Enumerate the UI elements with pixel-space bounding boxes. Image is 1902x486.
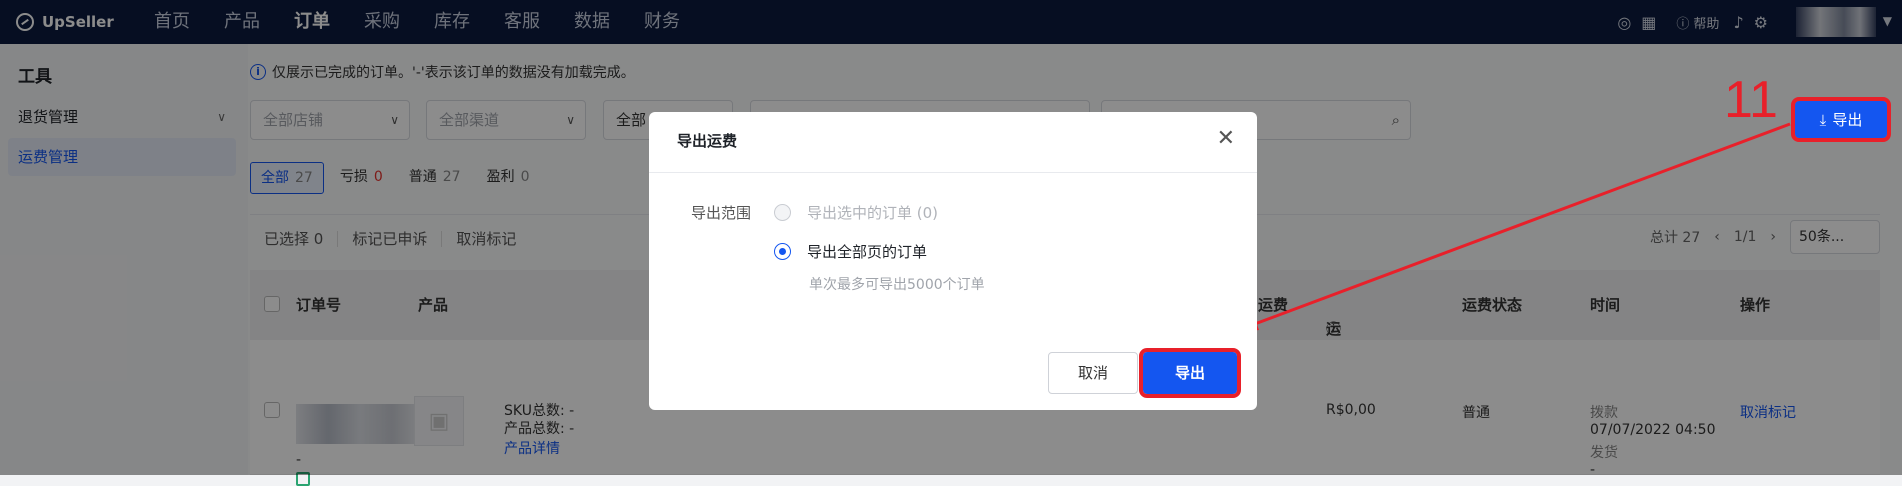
dialog-divider xyxy=(649,172,1257,173)
option-export-all: 导出全部页的订单 xyxy=(807,243,928,261)
close-icon[interactable]: ✕ xyxy=(1217,126,1235,151)
export-limit-hint: 单次最多可导出5000个订单 xyxy=(809,277,985,293)
export-range-label: 导出范围 xyxy=(691,204,752,222)
cancel-button[interactable]: 取消 xyxy=(1048,352,1138,394)
radio-export-all[interactable] xyxy=(774,243,791,260)
option-export-selected: 导出选中的订单 (0) xyxy=(807,204,939,222)
radio-export-selected[interactable] xyxy=(774,204,791,221)
confirm-export-button[interactable]: 导出 xyxy=(1139,348,1241,398)
export-fee-dialog: 导出运费 ✕ 导出范围 导出选中的订单 (0) 导出全部页的订单 单次最多可导出… xyxy=(649,112,1257,410)
dialog-title: 导出运费 xyxy=(677,132,738,150)
